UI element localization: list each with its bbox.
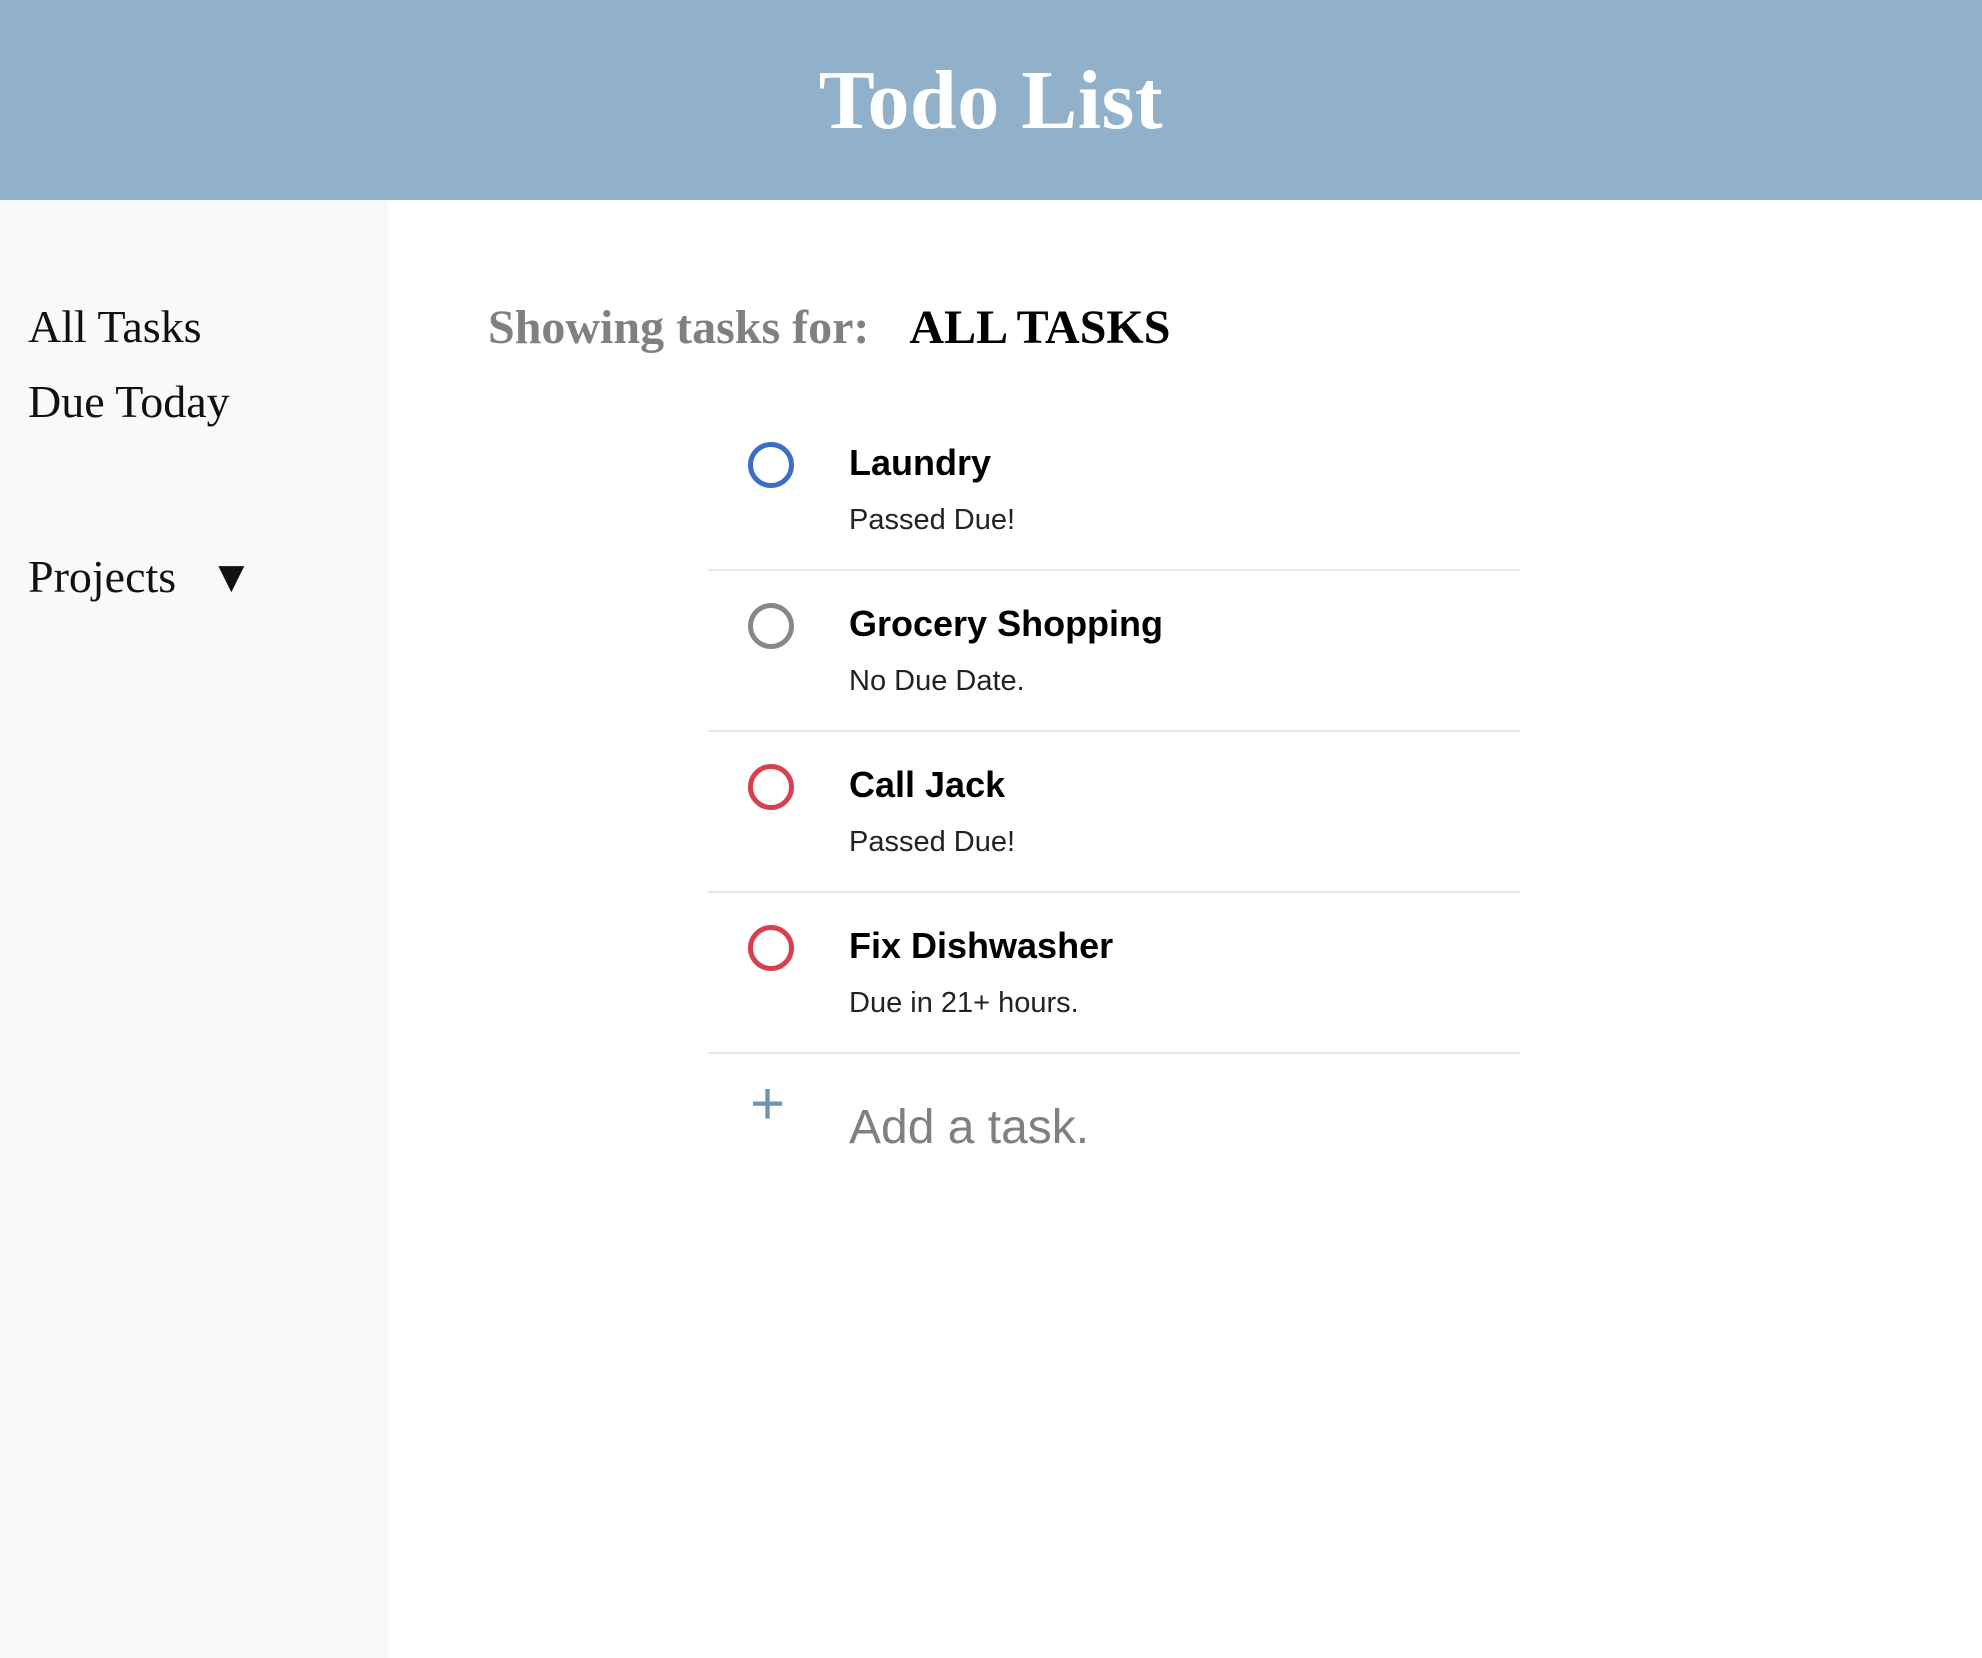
add-task-row: + bbox=[708, 1054, 1520, 1214]
heading-filter-value: ALL TASKS bbox=[909, 301, 1171, 354]
sidebar-item-all-tasks[interactable]: All Tasks bbox=[28, 300, 202, 353]
task-checkbox-circle-icon[interactable] bbox=[748, 603, 794, 649]
task-item: Call Jack Passed Due! bbox=[708, 732, 1520, 893]
task-item: Fix Dishwasher Due in 21+ hours. bbox=[708, 893, 1520, 1054]
task-name[interactable]: Fix Dishwasher bbox=[849, 925, 1113, 967]
sidebar: All Tasks Due Today Projects ▼ bbox=[0, 200, 388, 1658]
app-title: Todo List bbox=[818, 53, 1164, 147]
sidebar-item-projects[interactable]: Projects ▼ bbox=[28, 550, 244, 603]
app-header: Todo List bbox=[0, 0, 1982, 200]
task-name[interactable]: Call Jack bbox=[849, 764, 1005, 806]
task-list: Laundry Passed Due! Grocery Shopping No … bbox=[708, 410, 1520, 1214]
plus-icon[interactable]: + bbox=[750, 1074, 785, 1134]
projects-label: Projects bbox=[28, 551, 177, 602]
sidebar-item-due-today[interactable]: Due Today bbox=[28, 375, 230, 428]
page-title: Showing tasks for: ALL TASKS bbox=[488, 300, 1170, 355]
add-task-input[interactable] bbox=[849, 1100, 1449, 1155]
task-due-status: No Due Date. bbox=[849, 665, 1025, 697]
task-due-status: Passed Due! bbox=[849, 826, 1016, 858]
task-checkbox-circle-icon[interactable] bbox=[748, 442, 794, 488]
caret-down-icon[interactable]: ▼ bbox=[218, 557, 244, 597]
task-due-status: Passed Due! bbox=[849, 504, 1016, 536]
task-item: Grocery Shopping No Due Date. bbox=[708, 571, 1520, 732]
task-name[interactable]: Grocery Shopping bbox=[849, 603, 1163, 645]
heading-label: Showing tasks for: bbox=[488, 301, 870, 354]
task-due-status: Due in 21+ hours. bbox=[849, 987, 1079, 1019]
task-checkbox-circle-icon[interactable] bbox=[748, 764, 794, 810]
task-checkbox-circle-icon[interactable] bbox=[748, 925, 794, 971]
task-name[interactable]: Laundry bbox=[849, 442, 991, 484]
task-item: Laundry Passed Due! bbox=[708, 410, 1520, 571]
